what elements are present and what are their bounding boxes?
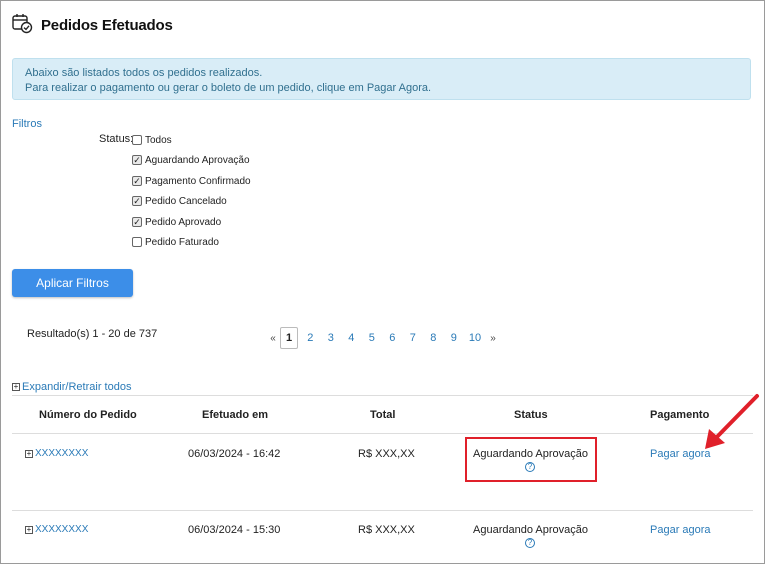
info-line-1: Abaixo são listados todos os pedidos rea… <box>25 67 263 79</box>
filter-option-pedido-aprovado[interactable]: ✓ Pedido Aprovado <box>132 215 221 229</box>
col-header-date: Efetuado em <box>202 409 269 421</box>
order-date: 06/03/2024 - 16:42 <box>188 448 281 460</box>
checkbox-label: Pedido Aprovado <box>145 216 222 228</box>
pager-page-2[interactable]: 2 <box>300 332 321 344</box>
apply-filters-button[interactable]: Aplicar Filtros <box>12 269 133 297</box>
pager-page-7[interactable]: 7 <box>403 332 424 344</box>
checkbox-todos[interactable] <box>132 135 142 145</box>
pagination: « 1 2 3 4 5 6 7 8 9 10 » <box>266 327 500 349</box>
pager-page-4[interactable]: 4 <box>341 332 362 344</box>
filter-option-todos[interactable]: Todos <box>132 133 172 147</box>
table-top-border <box>12 395 753 396</box>
checkbox-label: Todos <box>145 134 172 146</box>
order-number: XXXXXXXX <box>35 448 89 459</box>
pager-page-10[interactable]: 10 <box>464 332 486 344</box>
checkbox-pagamento-confirmado[interactable]: ✓ <box>132 176 142 186</box>
pager-next[interactable]: » <box>486 333 500 344</box>
checkbox-label: Aguardando Aprovação <box>145 154 250 166</box>
order-number-link[interactable]: + XXXXXXXX <box>25 448 88 459</box>
row-divider <box>12 510 753 511</box>
status-filter-label: Status: <box>99 133 134 145</box>
checkbox-pedido-faturado[interactable] <box>132 237 142 247</box>
checkbox-label: Pagamento Confirmado <box>145 175 251 187</box>
order-number-link[interactable]: + XXXXXXXX <box>25 524 88 535</box>
checkbox-aguardando-aprovacao[interactable]: ✓ <box>132 155 142 165</box>
annotation-arrow-icon <box>705 394 759 449</box>
plus-icon: + <box>12 382 20 391</box>
filters-link[interactable]: Filtros <box>12 118 42 130</box>
pager-page-9[interactable]: 9 <box>444 332 465 344</box>
row-divider <box>12 433 753 434</box>
checkbox-label: Pedido Cancelado <box>145 195 227 207</box>
filter-option-aguardando-aprovacao[interactable]: ✓ Aguardando Aprovação <box>132 153 250 167</box>
pager-page-1[interactable]: 1 <box>280 327 298 349</box>
expand-collapse-label: Expandir/Retrair todos <box>22 381 132 393</box>
order-date: 06/03/2024 - 15:30 <box>188 524 281 536</box>
expand-collapse-all[interactable]: + Expandir/Retrair todos <box>12 381 131 393</box>
filter-option-pedido-cancelado[interactable]: ✓ Pedido Cancelado <box>132 194 227 208</box>
results-count: Resultado(s) 1 - 20 de 737 <box>27 328 158 340</box>
expand-row-icon[interactable]: + <box>25 525 33 534</box>
expand-row-icon[interactable]: + <box>25 449 33 458</box>
page-header: Pedidos Efetuados <box>11 13 173 37</box>
info-line-2: Para realizar o pagamento ou gerar o bol… <box>25 82 432 94</box>
calendar-check-icon <box>11 12 33 39</box>
order-total: R$ XXX,XX <box>358 448 415 460</box>
pager-prev[interactable]: « <box>266 333 280 344</box>
info-alert: Abaixo são listados todos os pedidos rea… <box>12 58 751 100</box>
pager-page-5[interactable]: 5 <box>362 332 383 344</box>
filter-option-pedido-faturado[interactable]: Pedido Faturado <box>132 235 219 249</box>
help-icon[interactable]: ? <box>525 538 535 548</box>
col-header-order-number: Número do Pedido <box>39 409 137 421</box>
order-status: Aguardando Aprovação <box>473 524 588 536</box>
order-number: XXXXXXXX <box>35 524 89 535</box>
col-header-total: Total <box>370 409 396 421</box>
page-title: Pedidos Efetuados <box>41 16 173 34</box>
page-frame: Pedidos Efetuados Abaixo são listados to… <box>0 0 765 564</box>
checkbox-label: Pedido Faturado <box>145 236 219 248</box>
order-total: R$ XXX,XX <box>358 524 415 536</box>
pager-page-3[interactable]: 3 <box>321 332 342 344</box>
checkbox-pedido-cancelado[interactable]: ✓ <box>132 196 142 206</box>
pager-page-6[interactable]: 6 <box>382 332 403 344</box>
checkbox-pedido-aprovado[interactable]: ✓ <box>132 217 142 227</box>
col-header-status: Status <box>514 409 548 421</box>
annotation-highlight-box <box>465 437 597 482</box>
filter-option-pagamento-confirmado[interactable]: ✓ Pagamento Confirmado <box>132 174 251 188</box>
pay-now-link[interactable]: Pagar agora <box>650 524 711 536</box>
pager-page-8[interactable]: 8 <box>423 332 444 344</box>
